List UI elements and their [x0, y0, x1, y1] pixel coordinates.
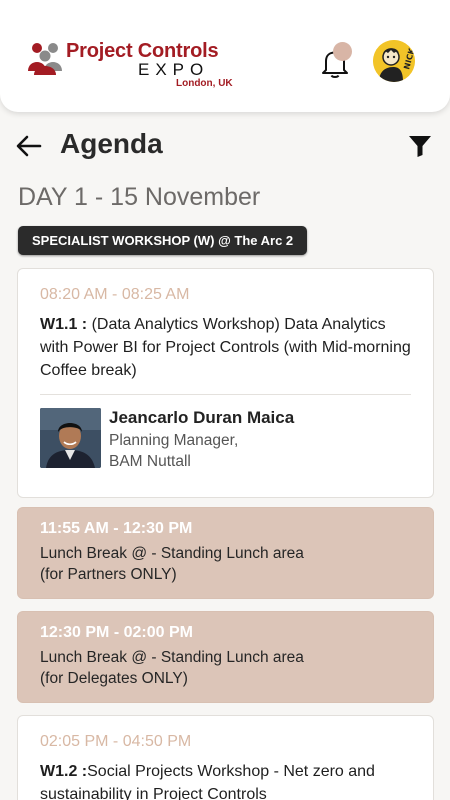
session-time: 12:30 PM - 02:00 PM	[40, 624, 193, 641]
session-title-line2: (for Delegates ONLY)	[40, 670, 188, 687]
session-time: 02:05 PM - 04:50 PM	[40, 733, 192, 750]
session-title: Lunch Break @ - Standing Lunch area (for…	[40, 647, 411, 689]
session-title: W1.1 : (Data Analytics Workshop) Data An…	[40, 313, 411, 382]
session-title-line1: Lunch Break @ - Standing Lunch area	[40, 545, 304, 562]
session-time: 11:55 AM - 12:30 PM	[40, 520, 193, 537]
session-title-text: (Data Analytics Workshop) Data Analytics…	[40, 316, 411, 379]
speaker-row[interactable]: Jeancarlo Duran Maica Planning Manager, …	[40, 408, 411, 470]
day-heading: DAY 1 - 15 November	[18, 183, 261, 211]
speaker-role: Planning Manager, BAM Nuttall	[109, 430, 238, 472]
session-code: W1.2 :	[40, 763, 88, 780]
session-card[interactable]: 02:05 PM - 04:50 PM W1.2 :Social Project…	[17, 715, 434, 800]
break-card[interactable]: 12:30 PM - 02:00 PM Lunch Break @ - Stan…	[17, 611, 434, 703]
logo-location: London, UK	[176, 78, 233, 89]
notification-badge	[333, 42, 352, 61]
session-title-line2: (for Partners ONLY)	[40, 566, 177, 583]
user-avatar[interactable]: NICK	[373, 40, 415, 82]
filter-icon[interactable]	[408, 134, 432, 158]
speaker-company: BAM Nuttall	[109, 453, 191, 470]
session-card[interactable]: 08:20 AM - 08:25 AM W1.1 : (Data Analyti…	[17, 268, 434, 498]
app-header: Project Controls EXPO London, UK NICK	[0, 0, 450, 112]
avatar-illustration-icon: NICK	[373, 40, 415, 82]
session-title-line1: Lunch Break @ - Standing Lunch area	[40, 649, 304, 666]
track-label: SPECIALIST WORKSHOP (W) @ The Arc 2	[18, 226, 308, 255]
page-title: Agenda	[60, 128, 163, 159]
session-code: W1.1 :	[40, 316, 88, 333]
expo-logo[interactable]: Project Controls EXPO London, UK	[26, 38, 236, 94]
logo-expo: EXPO	[138, 60, 210, 79]
session-title: W1.2 :Social Projects Workshop - Net zer…	[40, 760, 411, 800]
back-arrow-icon[interactable]	[16, 134, 42, 158]
session-time: 08:20 AM - 08:25 AM	[40, 286, 190, 303]
people-logo-icon	[28, 43, 62, 75]
session-title-text: Social Projects Workshop - Net zero and …	[40, 763, 375, 800]
session-title: Lunch Break @ - Standing Lunch area (for…	[40, 543, 411, 585]
divider	[40, 394, 411, 395]
page-title-row: Agenda	[0, 126, 450, 166]
break-card[interactable]: 11:55 AM - 12:30 PM Lunch Break @ - Stan…	[17, 507, 434, 599]
speaker-photo	[40, 408, 101, 468]
speaker-name: Jeancarlo Duran Maica	[109, 408, 295, 427]
speaker-role-line1: Planning Manager,	[109, 432, 239, 449]
